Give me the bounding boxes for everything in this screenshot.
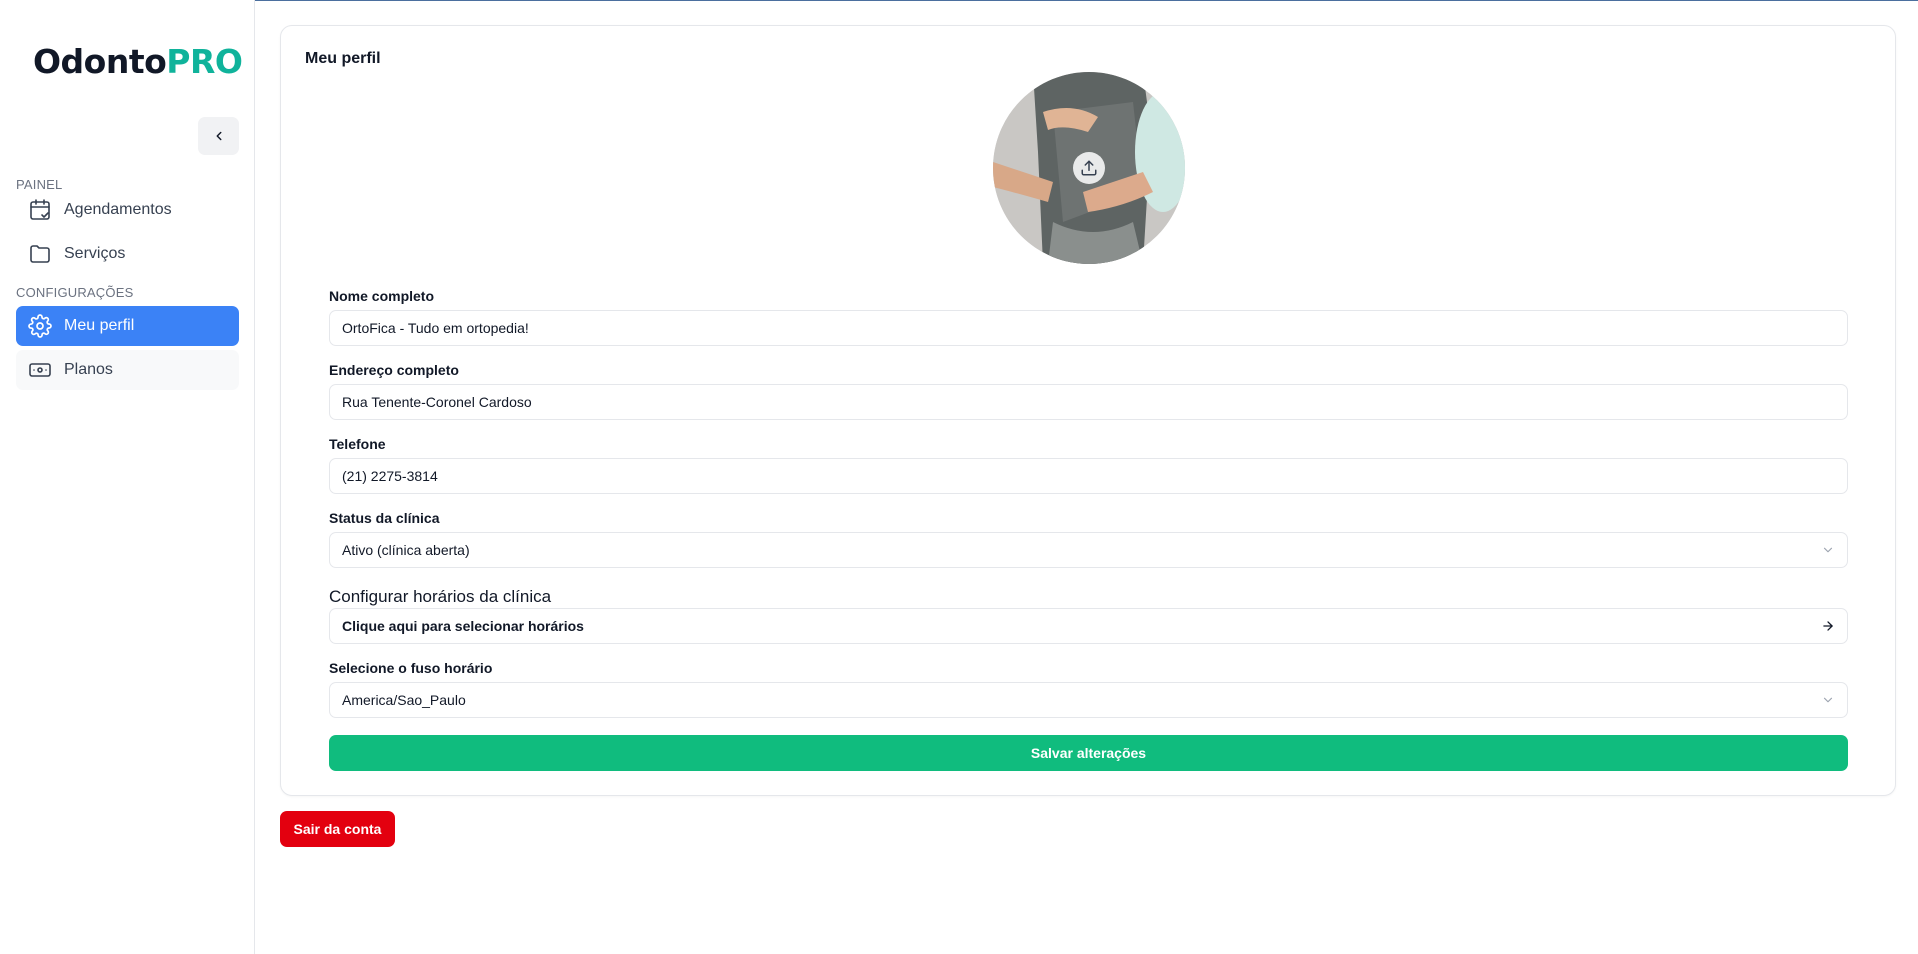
section-label-configuracoes: CONFIGURAÇÕES xyxy=(16,285,134,300)
logo-text-pro: PRO xyxy=(166,42,243,81)
arrow-right-icon xyxy=(1821,619,1835,633)
banknote-icon xyxy=(28,358,52,382)
sidebar-item-label: Serviços xyxy=(64,245,126,262)
sidebar-item-label: Planos xyxy=(64,361,113,378)
logo-text-odonto: Odonto xyxy=(33,42,167,81)
page-title: Meu perfil xyxy=(305,50,381,67)
sidebar-item-servicos[interactable]: Serviços xyxy=(16,234,239,274)
save-button[interactable]: Salvar alterações xyxy=(329,735,1848,771)
chevron-left-icon xyxy=(216,131,221,141)
hours-heading: Configurar horários da clínica xyxy=(329,587,552,606)
profile-card: Meu perfil Nome completo OrtoFica - Tudo… xyxy=(280,25,1896,796)
timezone-label: Selecione o fuso horário xyxy=(329,660,493,676)
profile-avatar[interactable] xyxy=(993,72,1185,264)
window-top-border xyxy=(0,0,1918,1)
status-select[interactable]: Ativo (clínica aberta) xyxy=(329,532,1848,568)
status-label: Status da clínica xyxy=(329,510,440,526)
folder-icon xyxy=(28,242,52,266)
select-hours-button[interactable]: Clique aqui para selecionar horários xyxy=(329,608,1848,644)
sidebar-item-agendamentos[interactable]: Agendamentos xyxy=(16,190,239,230)
name-label: Nome completo xyxy=(329,288,435,304)
chevron-down-icon xyxy=(1821,543,1835,557)
sidebar-item-planos[interactable]: Planos xyxy=(16,350,239,390)
phone-value: (21) 2275-3814 xyxy=(342,468,438,484)
sidebar-item-meu-perfil[interactable]: Meu perfil xyxy=(16,306,239,346)
timezone-value: America/Sao_Paulo xyxy=(342,692,466,708)
status-value: Ativo (clínica aberta) xyxy=(342,542,470,558)
phone-input[interactable]: (21) 2275-3814 xyxy=(329,458,1848,494)
address-input[interactable]: Rua Tenente-Coronel Cardoso xyxy=(329,384,1848,420)
name-input[interactable]: OrtoFica - Tudo em ortopedia! xyxy=(329,310,1848,346)
upload-icon xyxy=(1081,160,1097,176)
address-label: Endereço completo xyxy=(329,362,459,378)
upload-photo-button[interactable] xyxy=(1073,152,1105,184)
app-logo: OdontoPRO xyxy=(33,42,243,81)
logout-button[interactable]: Sair da conta xyxy=(280,811,395,847)
sidebar: OdontoPRO PAINEL Agendamentos Serviços C… xyxy=(0,0,255,954)
sidebar-item-label: Meu perfil xyxy=(64,317,135,334)
phone-label: Telefone xyxy=(329,436,386,452)
gear-icon xyxy=(28,314,52,338)
chevron-down-icon xyxy=(1821,693,1835,707)
select-hours-label: Clique aqui para selecionar horários xyxy=(342,618,584,634)
calendar-check-icon xyxy=(28,198,52,222)
address-value: Rua Tenente-Coronel Cardoso xyxy=(342,394,532,410)
name-value: OrtoFica - Tudo em ortopedia! xyxy=(342,320,529,336)
sidebar-item-label: Agendamentos xyxy=(64,201,172,218)
timezone-select[interactable]: America/Sao_Paulo xyxy=(329,682,1848,718)
collapse-sidebar-button[interactable] xyxy=(198,117,239,155)
